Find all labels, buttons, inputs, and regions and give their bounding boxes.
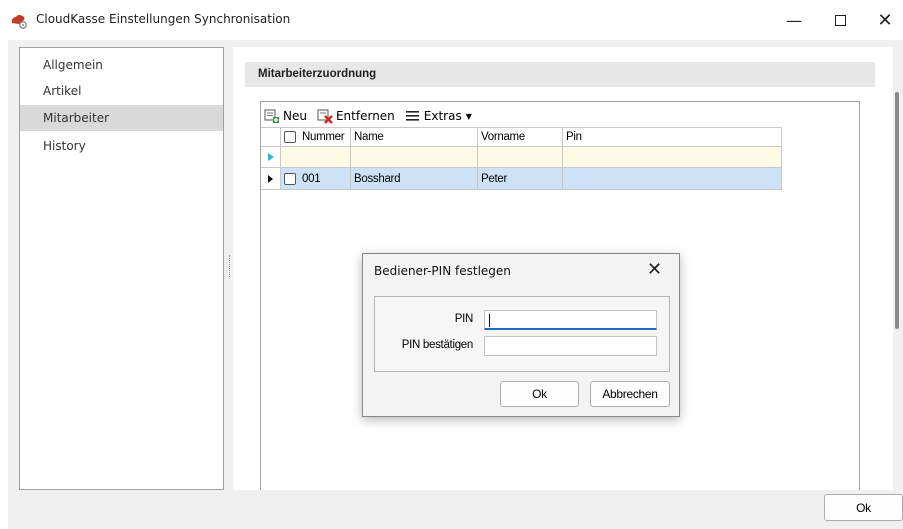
new-row-checkbox-cell: [281, 147, 299, 167]
sidebar: Allgemein Artikel Mitarbeiter History: [19, 47, 224, 490]
new-row[interactable]: [261, 147, 782, 168]
sidebar-item-artikel[interactable]: Artikel: [20, 78, 223, 104]
sidebar-item-mitarbeiter[interactable]: Mitarbeiter: [20, 105, 223, 131]
remove-button[interactable]: Entfernen: [317, 109, 395, 124]
section-title: Mitarbeiterzuordnung: [245, 62, 875, 87]
new-button[interactable]: Neu: [264, 109, 307, 124]
extras-button-label: Extras: [423, 109, 462, 123]
add-row-icon: [264, 109, 279, 123]
minimize-button[interactable]: —: [771, 0, 817, 40]
pin-confirm-label: PIN bestätigen: [401, 339, 474, 351]
column-header-pin[interactable]: Pin: [563, 128, 782, 146]
dialog-cancel-button[interactable]: Abbrechen: [590, 381, 670, 407]
hamburger-menu-icon: [405, 111, 419, 121]
current-row-indicator-icon: [261, 168, 281, 189]
pin-dialog: Bediener-PIN festlegen ✕ PIN PIN bestäti…: [362, 253, 680, 417]
row-indicator-header: [261, 128, 281, 146]
column-header-vorname[interactable]: Vorname: [478, 128, 563, 146]
new-row-cell-name[interactable]: [351, 147, 478, 167]
new-row-cell-pin[interactable]: [563, 147, 782, 167]
close-icon: ✕: [877, 9, 893, 31]
dialog-ok-button[interactable]: Ok: [500, 381, 579, 407]
maximize-icon: [834, 14, 846, 26]
title-bar: CloudKasse Einstellungen Synchronisation…: [0, 0, 903, 40]
new-row-cell-vorname[interactable]: [478, 147, 563, 167]
pin-field[interactable]: [484, 310, 657, 330]
table-row[interactable]: 001 Bosshard Peter: [261, 168, 782, 190]
dialog-close-icon[interactable]: ✕: [647, 259, 662, 280]
cloudkasse-app-icon: [10, 13, 28, 29]
row-checkbox[interactable]: [284, 172, 296, 185]
select-all-checkbox[interactable]: [284, 131, 296, 143]
pin-input[interactable]: [485, 311, 656, 328]
ok-button[interactable]: Ok: [824, 494, 903, 521]
sidebar-item-allgemein[interactable]: Allgemein: [20, 52, 223, 78]
pin-confirm-input[interactable]: [485, 337, 656, 355]
splitter-handle[interactable]: [229, 255, 231, 277]
remove-button-label: Entfernen: [335, 109, 395, 123]
pin-group-box: [374, 296, 670, 372]
dropdown-caret-icon: ▼: [465, 111, 472, 121]
dialog-title: Bediener-PIN festlegen: [374, 264, 511, 278]
cell-vorname[interactable]: Peter: [478, 168, 563, 189]
cell-pin[interactable]: [563, 168, 782, 189]
pin-confirm-field[interactable]: [484, 336, 657, 356]
delete-row-icon: [317, 109, 333, 124]
text-cursor: [489, 314, 490, 327]
new-row-indicator-icon: [261, 147, 281, 167]
pin-label: PIN: [454, 313, 474, 325]
sidebar-item-history[interactable]: History: [20, 133, 223, 159]
maximize-button[interactable]: [817, 0, 863, 40]
extras-menu-button[interactable]: Extras ▼: [405, 109, 472, 123]
column-header-name[interactable]: Name: [351, 128, 478, 146]
minimize-icon: —: [786, 10, 802, 30]
column-header-nummer[interactable]: Nummer: [299, 128, 351, 146]
close-window-button[interactable]: ✕: [862, 0, 903, 40]
grid-toolbar: Neu Entfernen Extras ▼: [264, 104, 482, 128]
new-row-cell-nummer[interactable]: [299, 147, 351, 167]
select-all-checkbox-cell[interactable]: [281, 128, 299, 146]
grid-header-row: Nummer Name Vorname Pin: [261, 127, 782, 147]
row-checkbox-cell[interactable]: [281, 168, 299, 189]
vertical-scrollbar[interactable]: [895, 92, 899, 329]
cell-name[interactable]: Bosshard: [351, 168, 478, 189]
new-button-label: Neu: [283, 109, 307, 123]
window-title: CloudKasse Einstellungen Synchronisation: [36, 12, 291, 26]
cell-nummer[interactable]: 001: [299, 168, 351, 189]
